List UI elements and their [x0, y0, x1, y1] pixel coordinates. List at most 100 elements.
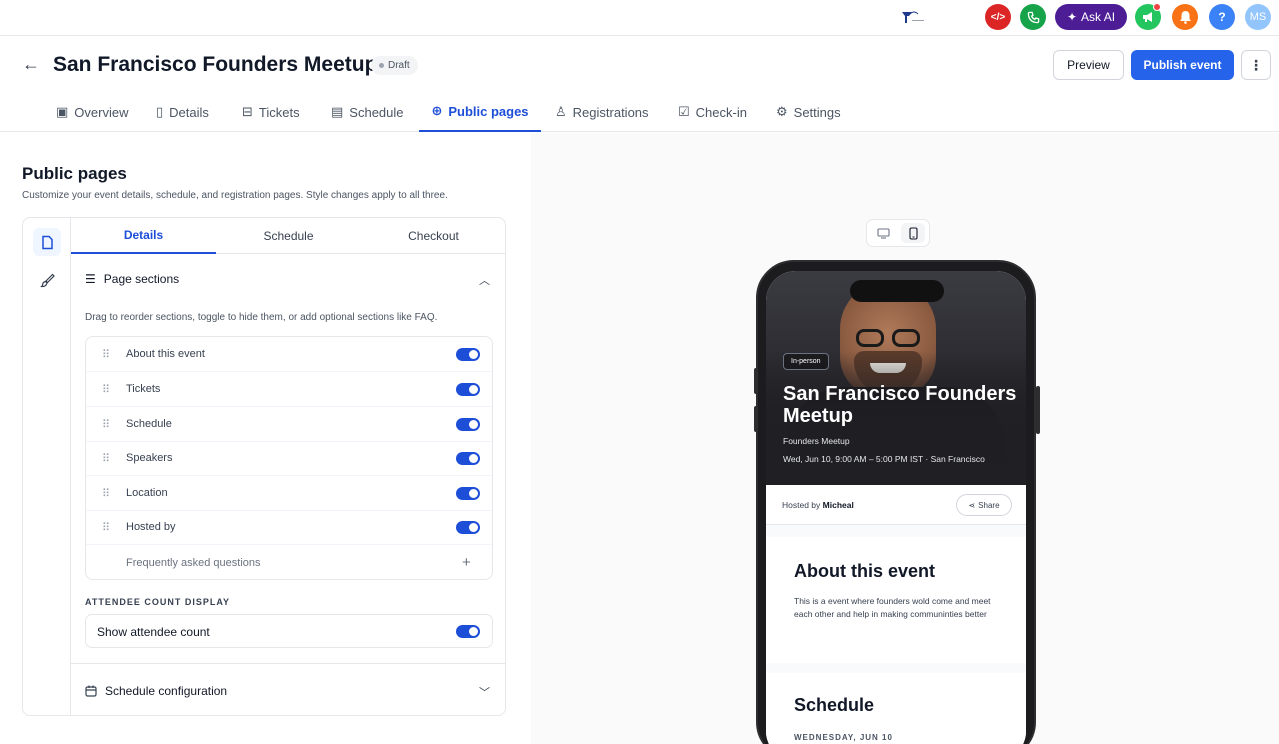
tab-label: Public pages	[448, 103, 529, 119]
preview-event-datetime: Wed, Jun 10, 9:00 AM – 5:00 PM IST · San…	[783, 454, 985, 464]
divider	[71, 663, 505, 664]
ask-ai-button[interactable]: ✦ Ask AI	[1055, 4, 1127, 30]
tab-schedule[interactable]: ▤ Schedule	[331, 92, 404, 132]
section-subtitle: Customize your event details, schedule, …	[22, 190, 448, 201]
help-button[interactable]: ?	[1209, 4, 1235, 30]
users-icon: ♙	[555, 104, 567, 119]
preview-button[interactable]: Preview	[1053, 50, 1124, 80]
ask-ai-label: Ask AI	[1081, 10, 1116, 24]
attendee-count-label: Show attendee count	[97, 625, 210, 639]
tab-tickets[interactable]: ⊟ Tickets	[242, 92, 300, 132]
list-item: ⠿ Schedule	[86, 407, 492, 442]
publish-event-button[interactable]: Publish event	[1131, 50, 1234, 80]
plus-icon[interactable]: +	[462, 554, 471, 571]
section-toggle[interactable]	[456, 521, 480, 534]
status-label: Draft	[388, 60, 410, 71]
phone-preview: In-person San Francisco Founders Meetup …	[754, 260, 1040, 744]
sparkle-icon: ✦	[1066, 10, 1078, 24]
schedule-section: Schedule WEDNESDAY, JUN 10	[766, 673, 1026, 744]
attendee-count-heading: ATTENDEE COUNT DISPLAY	[85, 597, 231, 607]
announcements-button[interactable]	[1135, 3, 1161, 30]
chevron-up-icon[interactable]: ︿	[479, 272, 490, 288]
about-section: About this event This is a event where f…	[766, 537, 1026, 663]
section-title: Public pages	[22, 164, 127, 183]
avatar-initials: MS	[1249, 11, 1267, 23]
drag-handle-icon[interactable]: ⠿	[102, 521, 110, 534]
hosted-by-text: Hosted by Micheal	[782, 500, 854, 510]
tab-settings[interactable]: ⚙ Settings	[776, 92, 841, 132]
attendee-count-toggle[interactable]	[456, 625, 480, 638]
desktop-preview-button[interactable]	[871, 223, 895, 243]
section-toggle[interactable]	[456, 348, 480, 361]
bell-icon	[1179, 11, 1191, 24]
phone-side-button	[754, 406, 758, 432]
tab-label: Tickets	[258, 104, 300, 120]
checkbox-icon: ☑	[678, 104, 690, 119]
section-label: Schedule	[126, 418, 172, 430]
tab-label: Check-in	[695, 104, 747, 120]
event-format-chip: In-person	[783, 353, 829, 370]
schedule-configuration-header[interactable]: Schedule configuration	[85, 684, 227, 698]
brand-logo	[898, 8, 928, 26]
chevron-down-icon[interactable]: ﹀	[479, 684, 490, 700]
subtab-schedule[interactable]: Schedule	[216, 218, 361, 254]
user-avatar[interactable]: MS	[1245, 4, 1271, 30]
schedule-day: WEDNESDAY, JUN 10	[794, 733, 893, 742]
section-toggle[interactable]	[456, 487, 480, 500]
notifications-button[interactable]	[1172, 4, 1198, 30]
notification-dot	[1153, 3, 1161, 11]
page-sections-title: Page sections	[103, 272, 180, 286]
subtab-details[interactable]: Details	[71, 218, 216, 254]
drag-handle-icon[interactable]: ⠿	[102, 348, 110, 361]
layout-icon: ▣	[56, 104, 69, 119]
developer-code-button[interactable]: </>	[985, 4, 1011, 30]
tab-overview[interactable]: ▣ Overview	[56, 92, 128, 132]
tab-label: Overview	[74, 104, 129, 120]
list-item: ⠿ Speakers	[86, 441, 492, 476]
list-item: ⠿ About this event	[86, 337, 492, 372]
back-arrow-icon[interactable]: ←	[22, 54, 40, 75]
list-item: ⠿ Hosted by	[86, 510, 492, 545]
page-sections-header[interactable]: ☰ Page sections	[85, 272, 179, 286]
section-toggle[interactable]	[456, 452, 480, 465]
event-hero: In-person San Francisco Founders Meetup …	[766, 271, 1026, 485]
tab-label: Settings	[793, 104, 841, 120]
glasses-right	[892, 329, 920, 347]
more-options-button[interactable]: ⋮	[1241, 50, 1271, 80]
dynamic-island	[850, 280, 944, 302]
tab-public-pages[interactable]: ⊕ Public pages	[419, 92, 541, 132]
tab-registrations[interactable]: ♙ Registrations	[555, 92, 649, 132]
top-utility-bar: </> ✦ Ask AI ? MS	[0, 0, 1279, 36]
share-button[interactable]: ⋖ Share	[956, 494, 1012, 516]
style-mode-button[interactable]	[33, 266, 61, 294]
phone-side-button	[754, 368, 758, 394]
section-label: Speakers	[126, 452, 173, 464]
section-toggle[interactable]	[456, 418, 480, 431]
drag-handle-icon[interactable]: ⠿	[102, 487, 110, 500]
content-mode-button[interactable]	[33, 228, 61, 256]
event-title: San Francisco Founders Meetup	[53, 53, 378, 76]
add-faq-row[interactable]: Frequently asked questions +	[86, 545, 492, 580]
phone-button[interactable]	[1020, 4, 1046, 30]
drag-handle-icon[interactable]: ⠿	[102, 452, 110, 465]
drag-handle-icon[interactable]: ⠿	[102, 383, 110, 396]
event-tabs: ▣ Overview ▯ Details ⊟ Tickets ▤ Schedul…	[0, 92, 1279, 132]
mobile-preview-button[interactable]	[901, 223, 925, 243]
section-toggle[interactable]	[456, 383, 480, 396]
page-subtabs: Details Schedule Checkout	[71, 218, 505, 254]
code-icon: </>	[990, 11, 1006, 23]
tab-label: Registrations	[572, 104, 649, 120]
document-icon: ▯	[156, 104, 164, 119]
drag-handle-icon[interactable]: ⠿	[102, 418, 110, 431]
brand-logo-mark	[902, 11, 924, 23]
tab-details[interactable]: ▯ Details	[156, 92, 209, 132]
ticket-icon: ⊟	[242, 104, 253, 119]
phone-device-icon	[908, 226, 918, 240]
tab-check-in[interactable]: ☑ Check-in	[678, 92, 747, 132]
help-icon: ?	[1218, 10, 1226, 24]
phone-icon	[1027, 11, 1039, 23]
preview-event-title: San Francisco Founders Meetup	[783, 383, 1017, 427]
subtab-checkout[interactable]: Checkout	[361, 218, 505, 254]
tab-label: Details	[169, 104, 209, 120]
globe-icon: ⊕	[431, 103, 443, 118]
